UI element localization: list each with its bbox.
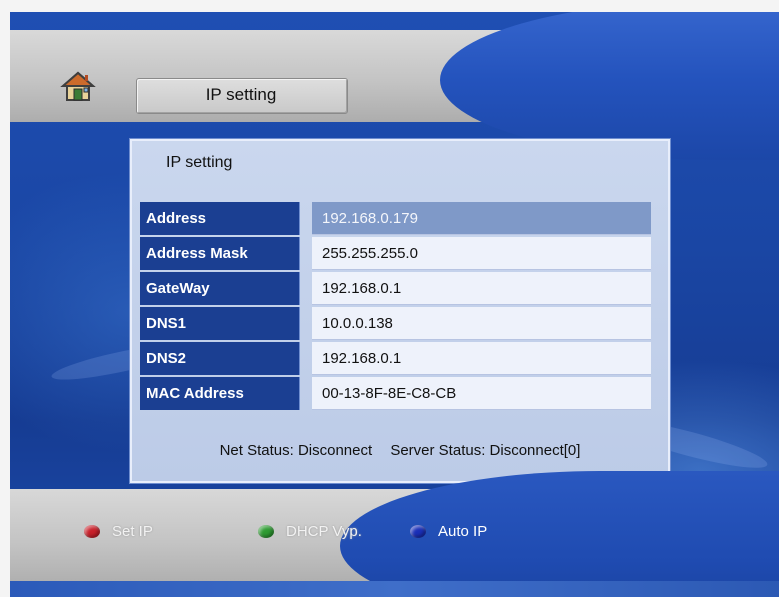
net-status: Net Status: Disconnect (219, 442, 373, 459)
setting-value[interactable]: 00-13-8F-8E-C8-CB (312, 377, 651, 410)
bottom-strip (10, 581, 779, 597)
ip-setting-panel: IP setting Address 192.168.0.179 Address M… (130, 139, 670, 483)
setting-value[interactable]: 192.168.0.1 (312, 342, 651, 375)
setting-value[interactable]: 192.168.0.1 (312, 272, 651, 305)
panel-title: IP setting (166, 154, 233, 171)
header-bar (10, 12, 779, 160)
setting-value[interactable]: 255.255.255.0 (312, 237, 651, 270)
status-line: Net Status: Disconnect Server Status: Di… (132, 442, 668, 459)
setting-label: DNS2 (140, 342, 300, 375)
green-dot-icon (258, 524, 274, 538)
home-icon (60, 71, 96, 101)
setting-label: Address Mask (140, 237, 300, 270)
auto-ip-button[interactable]: Auto IP (410, 519, 487, 543)
setting-row[interactable]: Address Mask 255.255.255.0 (140, 237, 651, 270)
setting-value[interactable]: 192.168.0.179 (312, 202, 651, 235)
setting-value[interactable]: 10.0.0.138 (312, 307, 651, 340)
set-ip-label: Set IP (112, 522, 153, 540)
footer-wave (340, 471, 779, 597)
auto-ip-label: Auto IP (438, 522, 488, 540)
page-title: IP setting (205, 85, 277, 104)
red-dot-icon (84, 524, 100, 538)
setting-label: DNS1 (140, 307, 300, 340)
setting-row[interactable]: Address 192.168.0.179 (140, 202, 651, 235)
dhcp-button[interactable]: DHCP Vyp. (258, 519, 362, 543)
footer-bar: Set IP DHCP Vyp. Auto IP (10, 471, 779, 597)
setting-row[interactable]: DNS2 192.168.0.1 (140, 342, 651, 375)
setting-row[interactable]: MAC Address 00-13-8F-8E-C8-CB (140, 377, 651, 410)
settings-list: Address 192.168.0.179 Address Mask 255.255.… (140, 202, 651, 412)
blue-dot-icon (410, 524, 426, 538)
setting-label: GateWay (140, 272, 300, 305)
set-ip-button[interactable]: Set IP (84, 519, 153, 543)
setting-label: Address (140, 202, 300, 235)
server-status: Server Status: Disconnect[0] (390, 442, 581, 459)
setting-label: MAC Address (140, 377, 300, 410)
dhcp-label: DHCP Vyp. (286, 522, 362, 540)
setting-row[interactable]: GateWay 192.168.0.1 (140, 272, 651, 305)
setting-row[interactable]: DNS1 10.0.0.138 (140, 307, 651, 340)
header-wave (440, 12, 779, 160)
tv-screen: IP setting IP setting Address 192.168.0.1… (10, 12, 779, 597)
